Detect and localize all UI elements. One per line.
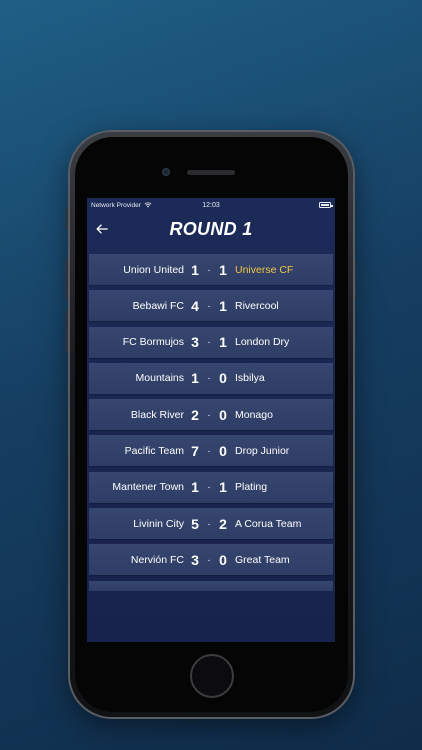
score-separator: -: [207, 264, 211, 275]
score-separator: -: [207, 482, 211, 493]
away-team-name: Monago: [235, 408, 273, 421]
home-score: 3: [191, 334, 199, 351]
page-title: ROUND 1: [169, 218, 253, 239]
score-separator: -: [207, 337, 211, 348]
match-row[interactable]: Union United 1-1 Universe CF: [89, 254, 333, 285]
away-team-name: Rivercool: [235, 299, 279, 312]
match-row[interactable]: Mantener Town 1-1 Plating: [89, 471, 333, 503]
away-score: 0: [219, 406, 227, 423]
away-score: 0: [219, 442, 227, 459]
home-team-name: Nervión FC: [130, 553, 184, 566]
earpiece-speaker: [187, 170, 235, 175]
match-list: Union United 1-1 Universe CF Bebawi FC 4-1 Ri…: [87, 246, 335, 591]
arrow-left-icon[interactable]: [95, 222, 109, 236]
match-row[interactable]: Mountains 1-0 Isbilya: [89, 362, 333, 394]
carrier-label: Network Provider: [91, 201, 141, 209]
match-row[interactable]: Livinin City 5-2 A Corua Team: [89, 508, 333, 540]
home-team-name: Bebawi FC: [132, 299, 184, 312]
status-left: Network Provider: [91, 202, 152, 209]
front-camera: [162, 168, 170, 176]
wifi-icon: [144, 202, 152, 208]
score-separator: -: [207, 300, 211, 311]
away-team-name: Great Team: [235, 553, 290, 566]
match-row[interactable]: Pacific Team 7-0 Drop Junior: [89, 435, 333, 467]
away-team-name: A Corua Team: [235, 517, 302, 530]
home-team-name: Union United: [123, 263, 184, 276]
score-separator: -: [207, 409, 211, 420]
match-row-partial: [89, 580, 333, 591]
home-score: 2: [191, 406, 199, 423]
score-separator: -: [207, 554, 211, 565]
away-score: 2: [219, 515, 227, 532]
away-team-name: Isbilya: [235, 372, 265, 385]
home-score: 4: [191, 297, 199, 314]
away-team-name: Universe CF: [235, 263, 294, 276]
away-team-name: London Dry: [235, 336, 290, 349]
home-team-name: Black River: [130, 408, 184, 421]
away-score: 1: [219, 297, 227, 314]
away-score: 0: [219, 370, 227, 387]
away-score: 1: [219, 334, 227, 351]
away-team-name: Drop Junior: [235, 444, 290, 457]
away-team-name: Plating: [235, 481, 268, 494]
home-team-name: Mountains: [135, 372, 184, 385]
away-score: 1: [219, 261, 227, 278]
away-score: 0: [219, 551, 227, 568]
app-screen: Network Provider 12:03 ROUND 1 Union Uni…: [87, 198, 335, 642]
home-score: 1: [191, 479, 199, 496]
nav-bar: ROUND 1: [87, 212, 335, 246]
home-team-name: Mantener Town: [112, 481, 184, 494]
match-row[interactable]: Nervión FC 3-0 Great Team: [89, 544, 333, 576]
home-score: 5: [191, 515, 199, 532]
home-button[interactable]: [190, 654, 234, 698]
status-bar: Network Provider 12:03: [87, 198, 335, 212]
match-row[interactable]: Black River 2-0 Monago: [89, 399, 333, 431]
home-score: 1: [191, 261, 199, 278]
score-separator: -: [207, 518, 211, 529]
score-separator: -: [207, 445, 211, 456]
home-score: 1: [191, 370, 199, 387]
battery-fill: [321, 204, 329, 206]
away-score: 1: [219, 479, 227, 496]
score-separator: -: [207, 373, 211, 384]
home-team-name: FC Bormujos: [122, 336, 184, 349]
battery-icon: [319, 202, 333, 208]
home-team-name: Livinin City: [133, 517, 184, 530]
home-score: 7: [191, 442, 199, 459]
match-row[interactable]: FC Bormujos 3-1 London Dry: [89, 326, 333, 358]
home-team-name: Pacific Team: [124, 444, 184, 457]
home-score: 3: [191, 551, 199, 568]
match-row[interactable]: Bebawi FC 4-1 Rivercool: [89, 290, 333, 322]
